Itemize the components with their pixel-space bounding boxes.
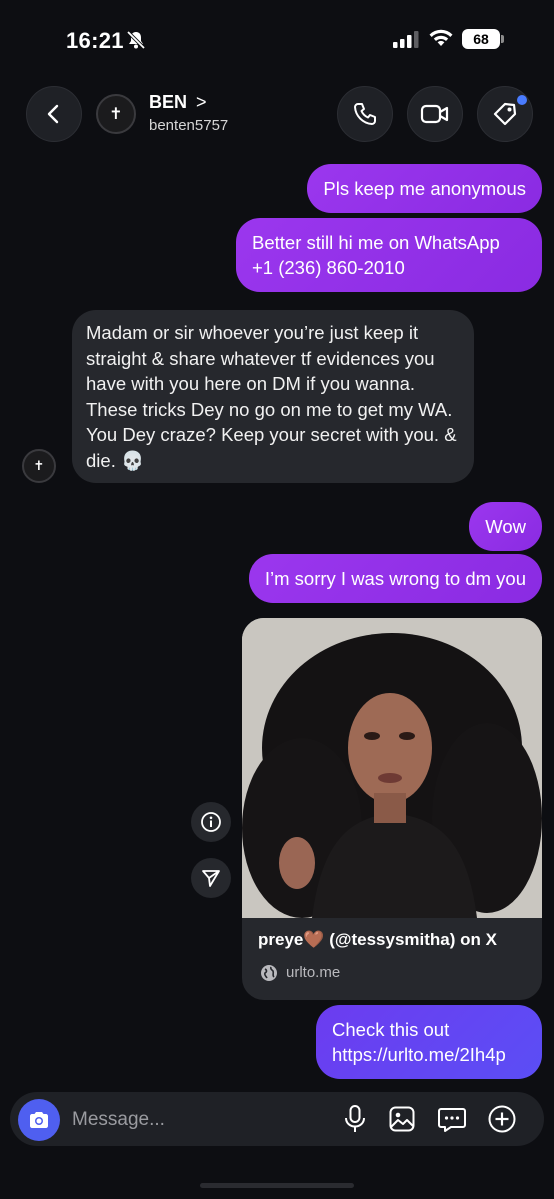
contact-name[interactable]: BEN <box>149 92 187 113</box>
send-icon <box>202 870 220 887</box>
sticker-icon <box>438 1108 466 1132</box>
chevron-left-icon <box>47 104 59 124</box>
portrait-image <box>242 618 542 918</box>
plus-button[interactable] <box>485 1102 519 1136</box>
plus-icon <box>488 1105 516 1133</box>
tag-icon <box>493 102 517 126</box>
gallery-button[interactable] <box>385 1102 419 1136</box>
status-bar: 16:21 68 <box>0 0 554 80</box>
battery-tip <box>501 35 504 43</box>
message-sent[interactable]: Pls keep me anonymous <box>307 164 542 213</box>
contact-username[interactable]: benten5757 <box>149 117 228 134</box>
info-icon <box>201 812 221 832</box>
link-preview-card[interactable]: preye🤎 (@tessysmitha) on X urlto.me <box>242 618 542 1000</box>
info-button[interactable] <box>191 802 231 842</box>
message-received[interactable]: Madam or sir whoever you’re just keep it… <box>72 310 474 483</box>
home-indicator <box>200 1183 354 1188</box>
camera-button[interactable] <box>18 1099 60 1141</box>
status-time: 16:21 <box>66 28 124 53</box>
message-sent[interactable]: Check this out https://urlto.me/2Ih4p <box>316 1005 542 1079</box>
video-icon <box>420 104 449 124</box>
contact-avatar[interactable]: ✝ <box>96 94 136 134</box>
message-input[interactable] <box>72 1106 322 1134</box>
link-preview-image <box>242 618 542 918</box>
mic-button[interactable] <box>338 1102 372 1136</box>
signal-icon <box>393 31 419 48</box>
share-button[interactable] <box>191 858 231 898</box>
message-sent[interactable]: Wow <box>469 502 542 551</box>
link-preview-domain: urlto.me <box>286 964 341 981</box>
mic-icon <box>345 1105 365 1132</box>
message-sent[interactable]: I’m sorry I was wrong to dm you <box>248 554 542 603</box>
video-call-button[interactable] <box>407 86 463 142</box>
battery-icon: 68 <box>462 29 500 49</box>
link-preview-title[interactable]: preye🤎 (@tessysmitha) on X <box>258 930 497 950</box>
globe-icon <box>261 965 277 981</box>
gallery-icon <box>389 1106 415 1132</box>
phone-icon <box>354 103 376 125</box>
contact-chevron[interactable]: > <box>196 92 207 113</box>
call-button[interactable] <box>337 86 393 142</box>
tag-button[interactable] <box>477 86 533 142</box>
bell-slash-icon <box>126 30 146 50</box>
message-sent[interactable]: Better still hi me on WhatsApp +1 (236) … <box>236 218 542 292</box>
camera-icon <box>30 1112 48 1128</box>
sticker-button[interactable] <box>435 1102 469 1136</box>
wifi-icon <box>429 29 453 46</box>
back-button[interactable] <box>26 86 82 142</box>
notification-dot <box>517 95 527 105</box>
sender-avatar[interactable]: ✝ <box>22 449 56 483</box>
